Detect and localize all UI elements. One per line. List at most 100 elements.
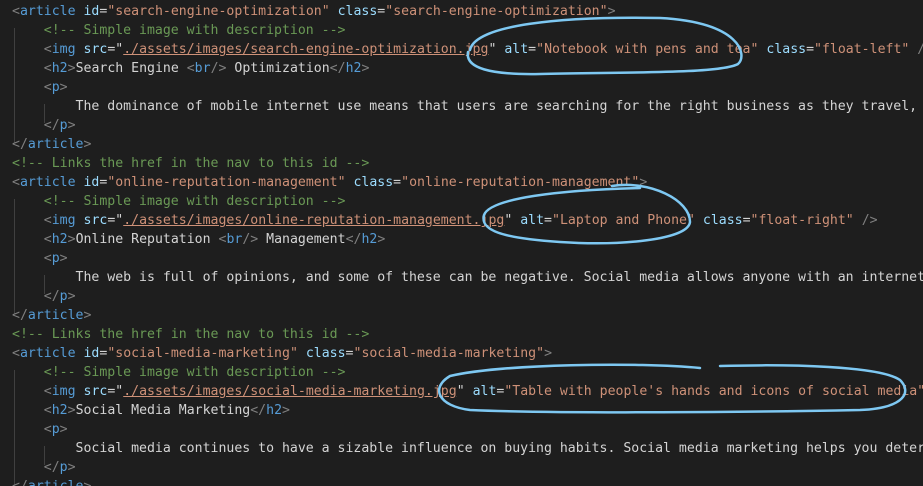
code-token: "	[488, 42, 505, 57]
code-token: Online Reputation	[75, 232, 219, 247]
code-line[interactable]: <!-- Links the href in the nav to this i…	[12, 154, 369, 173]
code-editor[interactable]: <article id="search-engine-optimization"…	[0, 0, 923, 486]
code-line[interactable]: <img src="./assets/images/search-engine-…	[12, 40, 923, 59]
code-token: h2	[51, 232, 68, 247]
code-token: =	[345, 346, 354, 361]
code-line[interactable]: </p>	[12, 287, 76, 306]
code-token: alt	[520, 213, 545, 228]
code-line[interactable]: <h2>Online Reputation <br/> Management</…	[12, 230, 386, 249]
code-line[interactable]: </p>	[12, 458, 76, 477]
code-token: </	[12, 137, 28, 152]
code-line[interactable]: </p>	[12, 116, 76, 135]
code-token: <!-- Simple image with description -->	[43, 23, 346, 38]
code-line[interactable]: <p>	[12, 420, 68, 439]
code-token: >	[361, 61, 370, 76]
code-line[interactable]: <!-- Simple image with description -->	[12, 363, 346, 382]
code-token: "float-left"	[814, 42, 910, 57]
code-line[interactable]: Social media continues to have a sizable…	[12, 439, 923, 458]
code-line[interactable]: <!-- Links the href in the nav to this i…	[12, 325, 369, 344]
code-line[interactable]: </article>	[12, 135, 91, 154]
code-token: =	[393, 175, 402, 190]
code-token: =	[544, 213, 552, 228]
code-token: >	[67, 61, 76, 76]
code-line[interactable]: <!-- Simple image with description -->	[12, 21, 346, 40]
code-token: >	[83, 479, 91, 486]
code-token: "	[504, 213, 521, 228]
code-token: />	[242, 232, 259, 247]
code-line[interactable]: <article id="search-engine-optimization"…	[12, 2, 616, 21]
code-line[interactable]: <h2>Search Engine <br/> Optimization</h2…	[12, 59, 370, 78]
code-token: ./assets/images/search-engine-optimizati…	[123, 42, 489, 57]
code-line[interactable]: The web is full of opinions, and some of…	[12, 268, 923, 287]
code-token: </	[43, 118, 60, 133]
code-token: >	[67, 232, 76, 247]
code-token: <	[43, 61, 52, 76]
code-token: ./assets/images/social-media-marketing.j…	[123, 384, 457, 399]
code-token: >	[83, 308, 92, 323]
code-token: "Notebook with pens and tea"	[536, 42, 759, 57]
code-line[interactable]: <img src="./assets/images/social-media-m…	[12, 382, 923, 401]
code-token: class	[766, 42, 807, 57]
code-line[interactable]: </article>	[12, 477, 91, 486]
code-token: h2	[51, 61, 68, 76]
code-token: </	[345, 232, 362, 247]
code-token: article	[19, 346, 76, 361]
code-token: id	[83, 4, 100, 19]
code-token: <	[12, 346, 20, 361]
code-line[interactable]: </article>	[12, 306, 91, 325]
code-token: />	[861, 213, 878, 228]
code-token: ="	[107, 384, 124, 399]
code-token: class	[702, 213, 743, 228]
code-token: The dominance of mobile internet use mea…	[75, 99, 923, 114]
code-token: img	[51, 42, 76, 57]
code-line[interactable]: <!-- Simple image with description -->	[12, 192, 346, 211]
code-token: src	[83, 42, 108, 57]
code-token: >	[59, 251, 68, 266]
code-token: "social-media-marketing"	[353, 346, 545, 361]
code-token: src	[83, 213, 108, 228]
code-line[interactable]: The dominance of mobile internet use mea…	[12, 97, 923, 116]
code-token: >	[377, 232, 386, 247]
code-token: <!-- Links the href in the nav to this i…	[12, 156, 370, 171]
code-token: <	[43, 42, 52, 57]
code-token: />	[210, 61, 227, 76]
code-token: article	[19, 4, 76, 19]
code-token: >	[83, 137, 92, 152]
code-token: ="	[107, 42, 124, 57]
code-token: Social Media Marketing	[75, 403, 251, 418]
code-line[interactable]: <p>	[12, 249, 68, 268]
code-token: "Laptop and Phone"	[552, 213, 695, 228]
code-token: >	[67, 403, 76, 418]
code-token: img	[51, 384, 76, 399]
code-line[interactable]: <h2>Social Media Marketing</h2>	[12, 401, 290, 420]
code-token: p	[51, 422, 60, 437]
code-token: article	[28, 479, 84, 486]
code-token: <	[186, 61, 195, 76]
code-token: p	[59, 460, 68, 475]
code-token: article	[27, 137, 84, 152]
code-token: The web is full of opinions, and some of…	[75, 270, 923, 285]
code-token: h2	[51, 403, 68, 418]
code-line[interactable]: <img src="./assets/images/online-reputat…	[12, 211, 878, 230]
code-line[interactable]: <p>	[12, 78, 68, 97]
code-line[interactable]: <article id="online-reputation-managemen…	[12, 173, 647, 192]
code-token: </	[12, 308, 28, 323]
code-token: src	[83, 384, 108, 399]
code-token: <	[43, 384, 52, 399]
code-token: alt	[472, 384, 497, 399]
code-token: >	[67, 289, 76, 304]
code-token: "social-media-marketing"	[107, 346, 298, 361]
code-token: >	[639, 175, 648, 190]
code-line[interactable]: <article id="social-media-marketing" cla…	[12, 344, 552, 363]
code-token: <!-- Simple image with description -->	[43, 365, 346, 380]
code-token: <	[43, 232, 52, 247]
code-token: class	[305, 346, 346, 361]
code-token: article	[27, 308, 84, 323]
